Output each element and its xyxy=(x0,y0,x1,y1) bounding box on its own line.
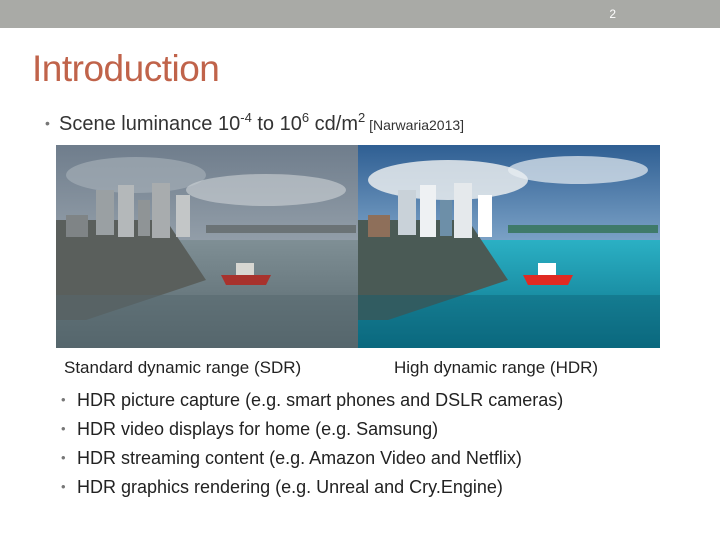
bullet-dot: • xyxy=(45,115,50,131)
main-bullet: • Scene luminance 10-4 to 106 cd/m2 [Narw… xyxy=(45,110,465,135)
bullet-list: • HDR picture capture (e.g. smart phones … xyxy=(61,390,563,506)
top-bar: 2 xyxy=(0,0,720,28)
slide-title: Introduction xyxy=(32,48,220,89)
sdr-photo xyxy=(56,145,358,348)
harbor-photo-pair xyxy=(56,145,660,348)
list-item: • HDR streaming content (e.g. Amazon Vide… xyxy=(61,448,522,468)
list-item: • HDR picture capture (e.g. smart phones … xyxy=(61,390,564,410)
hdr-photo xyxy=(358,145,660,348)
sdr-caption: Standard dynamic range (SDR) xyxy=(64,358,302,377)
citation: [Narwaria2013] xyxy=(365,117,465,133)
hdr-caption: High dynamic range (HDR) xyxy=(394,358,599,377)
list-item: • HDR video displays for home (e.g. Samsu… xyxy=(61,419,439,439)
list-item: • HDR graphics rendering (e.g. Unreal and… xyxy=(61,477,503,497)
slide-number: 2 xyxy=(609,7,616,21)
sdr-hdr-comparison-image xyxy=(56,145,660,348)
